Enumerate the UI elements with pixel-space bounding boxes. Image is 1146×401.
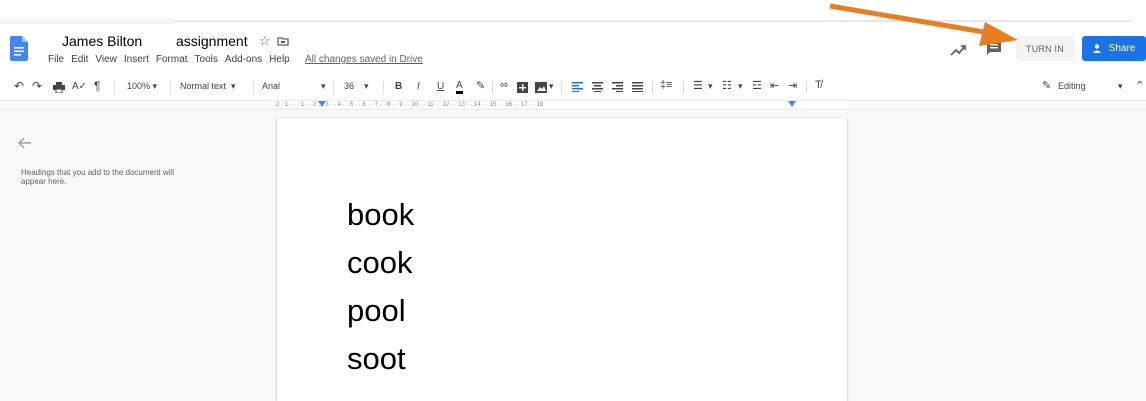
comments-icon[interactable] <box>986 40 1002 56</box>
close-outline-arrow-icon[interactable] <box>18 137 32 149</box>
toolbar-divider <box>333 81 334 94</box>
toolbar-divider <box>253 81 254 94</box>
bulleted-list-icon[interactable]: ☷ <box>722 79 732 92</box>
print-icon[interactable] <box>53 82 65 93</box>
left-indent-marker-icon[interactable] <box>318 101 326 107</box>
outline-hint-text: Headings that you add to the document wi… <box>21 168 174 186</box>
toolbar-divider <box>170 81 171 94</box>
font-size-value: 36 <box>344 81 355 91</box>
document-page[interactable]: book cook pool soot <box>276 118 848 401</box>
collapse-menus-icon[interactable]: ⌃ <box>1135 79 1144 92</box>
decrease-indent-icon[interactable]: ⇤ <box>770 79 779 92</box>
menu-file[interactable]: File <box>48 54 64 65</box>
ruler[interactable]: 2 · 1 · · · 1 · · 2 · · 3 · · 4 · · 5 · … <box>276 101 848 109</box>
redo-icon[interactable]: ↷ <box>32 79 42 93</box>
italic-button[interactable]: I <box>417 81 420 92</box>
insert-comment-icon[interactable] <box>517 82 528 93</box>
toolbar-divider <box>114 81 115 94</box>
align-center-icon[interactable] <box>592 82 603 92</box>
activity-trend-icon[interactable] <box>950 43 966 57</box>
clear-formatting-icon[interactable]: T̸ <box>815 79 822 91</box>
share-button[interactable]: Share <box>1082 36 1146 61</box>
browser-tab-strip <box>0 0 1146 24</box>
underline-button[interactable]: U <box>437 81 444 92</box>
paint-format-icon[interactable]: ¶ <box>94 79 100 93</box>
line-spacing-icon[interactable]: ‡≡ <box>660 79 673 91</box>
font-select[interactable]: Arial <box>262 81 280 91</box>
menu-format[interactable]: Format <box>156 54 188 65</box>
toolbar-divider <box>383 81 384 94</box>
menu-add-ons[interactable]: Add-ons <box>225 54 262 65</box>
save-status-link[interactable]: All changes saved in Drive <box>305 54 423 65</box>
increase-indent-icon[interactable]: ⇥ <box>788 79 797 92</box>
align-right-icon[interactable] <box>612 82 623 92</box>
font-value: Arial <box>262 81 281 91</box>
image-chevron-icon[interactable]: ▾ <box>549 81 554 92</box>
owner-name: James Bilton <box>62 33 143 49</box>
spellcheck-icon[interactable]: A✓ <box>72 81 87 92</box>
document-line[interactable]: pool <box>347 287 414 335</box>
editing-pencil-icon: ✎ <box>1042 80 1052 92</box>
formatting-toolbar: ↶ ↷ A✓ ¶ 100% ▾ Normal text ▾ Arial ▾ 36… <box>0 78 1146 98</box>
toolbar-divider <box>683 81 684 94</box>
folder-icon[interactable] <box>277 35 289 47</box>
align-justify-icon[interactable] <box>632 82 643 92</box>
zoom-select[interactable]: 100% ▾ <box>127 81 157 92</box>
insert-image-icon[interactable] <box>535 82 547 93</box>
docs-header: James Bilton assignment ☆ File Edit View… <box>0 24 1146 74</box>
document-line[interactable]: soot <box>347 335 414 383</box>
text-color-button[interactable]: A <box>456 81 463 94</box>
document-title[interactable]: assignment <box>176 33 248 49</box>
editing-mode-select[interactable]: Editing <box>1058 81 1086 91</box>
toolbar-divider <box>492 81 493 94</box>
turn-in-button[interactable]: TURN IN <box>1016 36 1074 61</box>
menu-edit[interactable]: Edit <box>71 54 88 65</box>
menu-help[interactable]: Help <box>269 54 290 65</box>
bold-button[interactable]: B <box>395 81 402 92</box>
zoom-value: 100% <box>127 81 151 91</box>
document-line[interactable]: book <box>347 191 414 239</box>
style-value: Normal text <box>180 81 227 91</box>
font-size-select[interactable]: 36 ▾ <box>344 81 369 92</box>
star-icon[interactable]: ☆ <box>259 33 271 49</box>
tab-strip-border <box>174 20 1132 22</box>
link-icon[interactable]: ∞ <box>500 79 508 91</box>
numbered-list-icon[interactable]: ☲ <box>752 79 762 92</box>
toolbar-divider <box>561 81 562 94</box>
menu-tools[interactable]: Tools <box>195 54 218 65</box>
bulleted-list-chevron-icon[interactable]: ▾ <box>738 81 743 92</box>
document-line[interactable]: cook <box>347 239 414 287</box>
document-body[interactable]: book cook pool soot <box>347 191 414 383</box>
docs-logo-icon[interactable] <box>10 36 28 61</box>
checklist-icon[interactable]: ☰ <box>693 79 703 92</box>
title-icons: ☆ <box>259 33 289 49</box>
align-left-icon[interactable] <box>572 82 583 92</box>
highlight-pen-icon[interactable]: ✎ <box>476 79 485 92</box>
ruler-ticks: 2 · 1 · · · 1 · · 2 · · 3 · · 4 · · 5 · … <box>276 102 544 108</box>
mode-chevron-icon[interactable]: ▾ <box>1118 81 1123 92</box>
menu-insert[interactable]: Insert <box>124 54 149 65</box>
font-select-chevron-icon[interactable]: ▾ <box>321 81 326 92</box>
share-label: Share <box>1108 43 1136 54</box>
menu-view[interactable]: View <box>95 54 117 65</box>
menu-bar: File Edit View Insert Format Tools Add-o… <box>48 54 290 65</box>
checklist-chevron-icon[interactable]: ▾ <box>708 81 713 92</box>
undo-icon[interactable]: ↶ <box>14 79 24 93</box>
style-select[interactable]: Normal text ▾ <box>180 81 236 92</box>
person-add-icon <box>1092 44 1101 53</box>
toolbar-divider <box>806 81 807 94</box>
toolbar-divider <box>652 81 653 94</box>
right-indent-marker-icon[interactable] <box>788 101 796 107</box>
